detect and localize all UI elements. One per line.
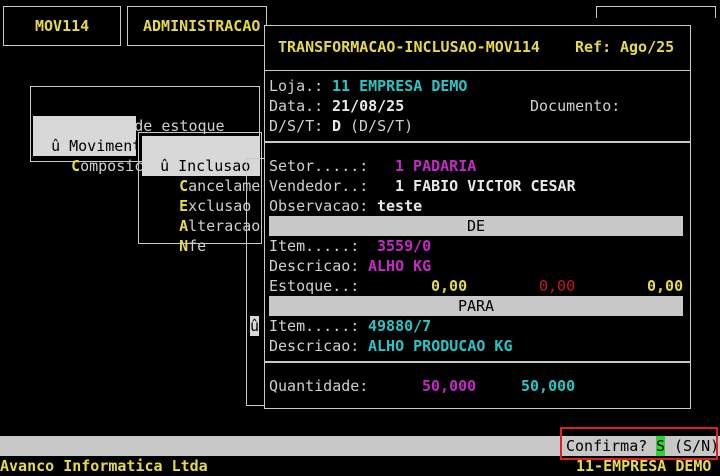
menu-item-composicao-hotkey: C <box>71 157 81 175</box>
dialog-ref-value: Ago/25 <box>620 38 675 56</box>
loja-value: 11 EMPRESA DEMO <box>332 77 468 95</box>
obs-label: Observacao: <box>269 197 369 215</box>
de-desc-label: Descricao: <box>269 257 360 275</box>
para-desc-value: ALHO PRODUCAO KG <box>368 337 513 355</box>
submenu-item-nfe-hotkey: N <box>179 237 189 255</box>
dst-value[interactable]: D <box>332 116 341 136</box>
data-label: Data.: <box>269 97 324 115</box>
estoque-value-1: 0,00 <box>431 277 468 295</box>
de-item-label: Item.....: <box>269 237 360 255</box>
data-value: 21/08/25 <box>332 97 405 115</box>
quantidade-value-2: 50,000 <box>521 377 576 395</box>
de-header: DE <box>269 216 683 236</box>
dst-hint: (D/S/T) <box>350 117 414 135</box>
vendedor-label: Vendedor..: <box>269 177 369 195</box>
para-header: PARA <box>269 296 683 316</box>
status-company: Avanco Informatica Ltda <box>0 457 208 475</box>
setor-label: Setor.....: <box>269 157 369 175</box>
estoque-label: Estoque..: <box>269 277 360 295</box>
tab-mov114[interactable]: MOV114 <box>35 16 89 36</box>
vendedor-value: 1 FABIO VICTOR CESAR <box>395 177 576 195</box>
dialog-title: TRANSFORMACAO-INCLUSAO-MOV114 <box>278 38 540 56</box>
para-item-label: Item.....: <box>269 317 360 335</box>
estoque-value-3: 0,00 <box>647 277 684 295</box>
documento-label: Documento: <box>530 97 621 115</box>
status-store: 11-EMPRESA DEMO <box>576 457 712 475</box>
confirm-label: Confirma? <box>566 437 648 455</box>
submenu-item-nfe[interactable]: Nfe <box>161 216 206 256</box>
confirm-value[interactable]: S <box>656 436 666 456</box>
para-desc-label: Descricao: <box>269 337 360 355</box>
de-desc-value: ALHO KG <box>368 257 432 275</box>
dialog-ref-label: Ref: <box>575 38 612 56</box>
confirm-hint: (S/N) <box>674 437 720 455</box>
loja-label: Loja.: <box>269 77 324 95</box>
submenu-item-nfe-label: fe <box>188 237 207 255</box>
divider-1 <box>264 141 691 143</box>
estoque-value-2: 0,00 <box>539 277 576 295</box>
dialog: TRANSFORMACAO-INCLUSAO-MOV114 Ref: Ago/2… <box>250 25 691 409</box>
de-item-value: 3559/0 <box>377 237 432 255</box>
para-marker: û <box>250 316 260 336</box>
top-right-frame <box>596 6 716 18</box>
quantidade-value-1: 50,000 <box>422 377 477 395</box>
setor-value: 1 PADARIA <box>395 157 477 175</box>
quantidade-label: Quantidade: <box>269 377 369 395</box>
divider-2 <box>264 361 691 363</box>
dst-label: D/S/T: <box>269 117 324 135</box>
tab-administracao[interactable]: ADMINISTRACAO <box>143 16 260 36</box>
obs-value: teste <box>377 197 423 215</box>
para-item-value: 49880/7 <box>368 317 432 335</box>
